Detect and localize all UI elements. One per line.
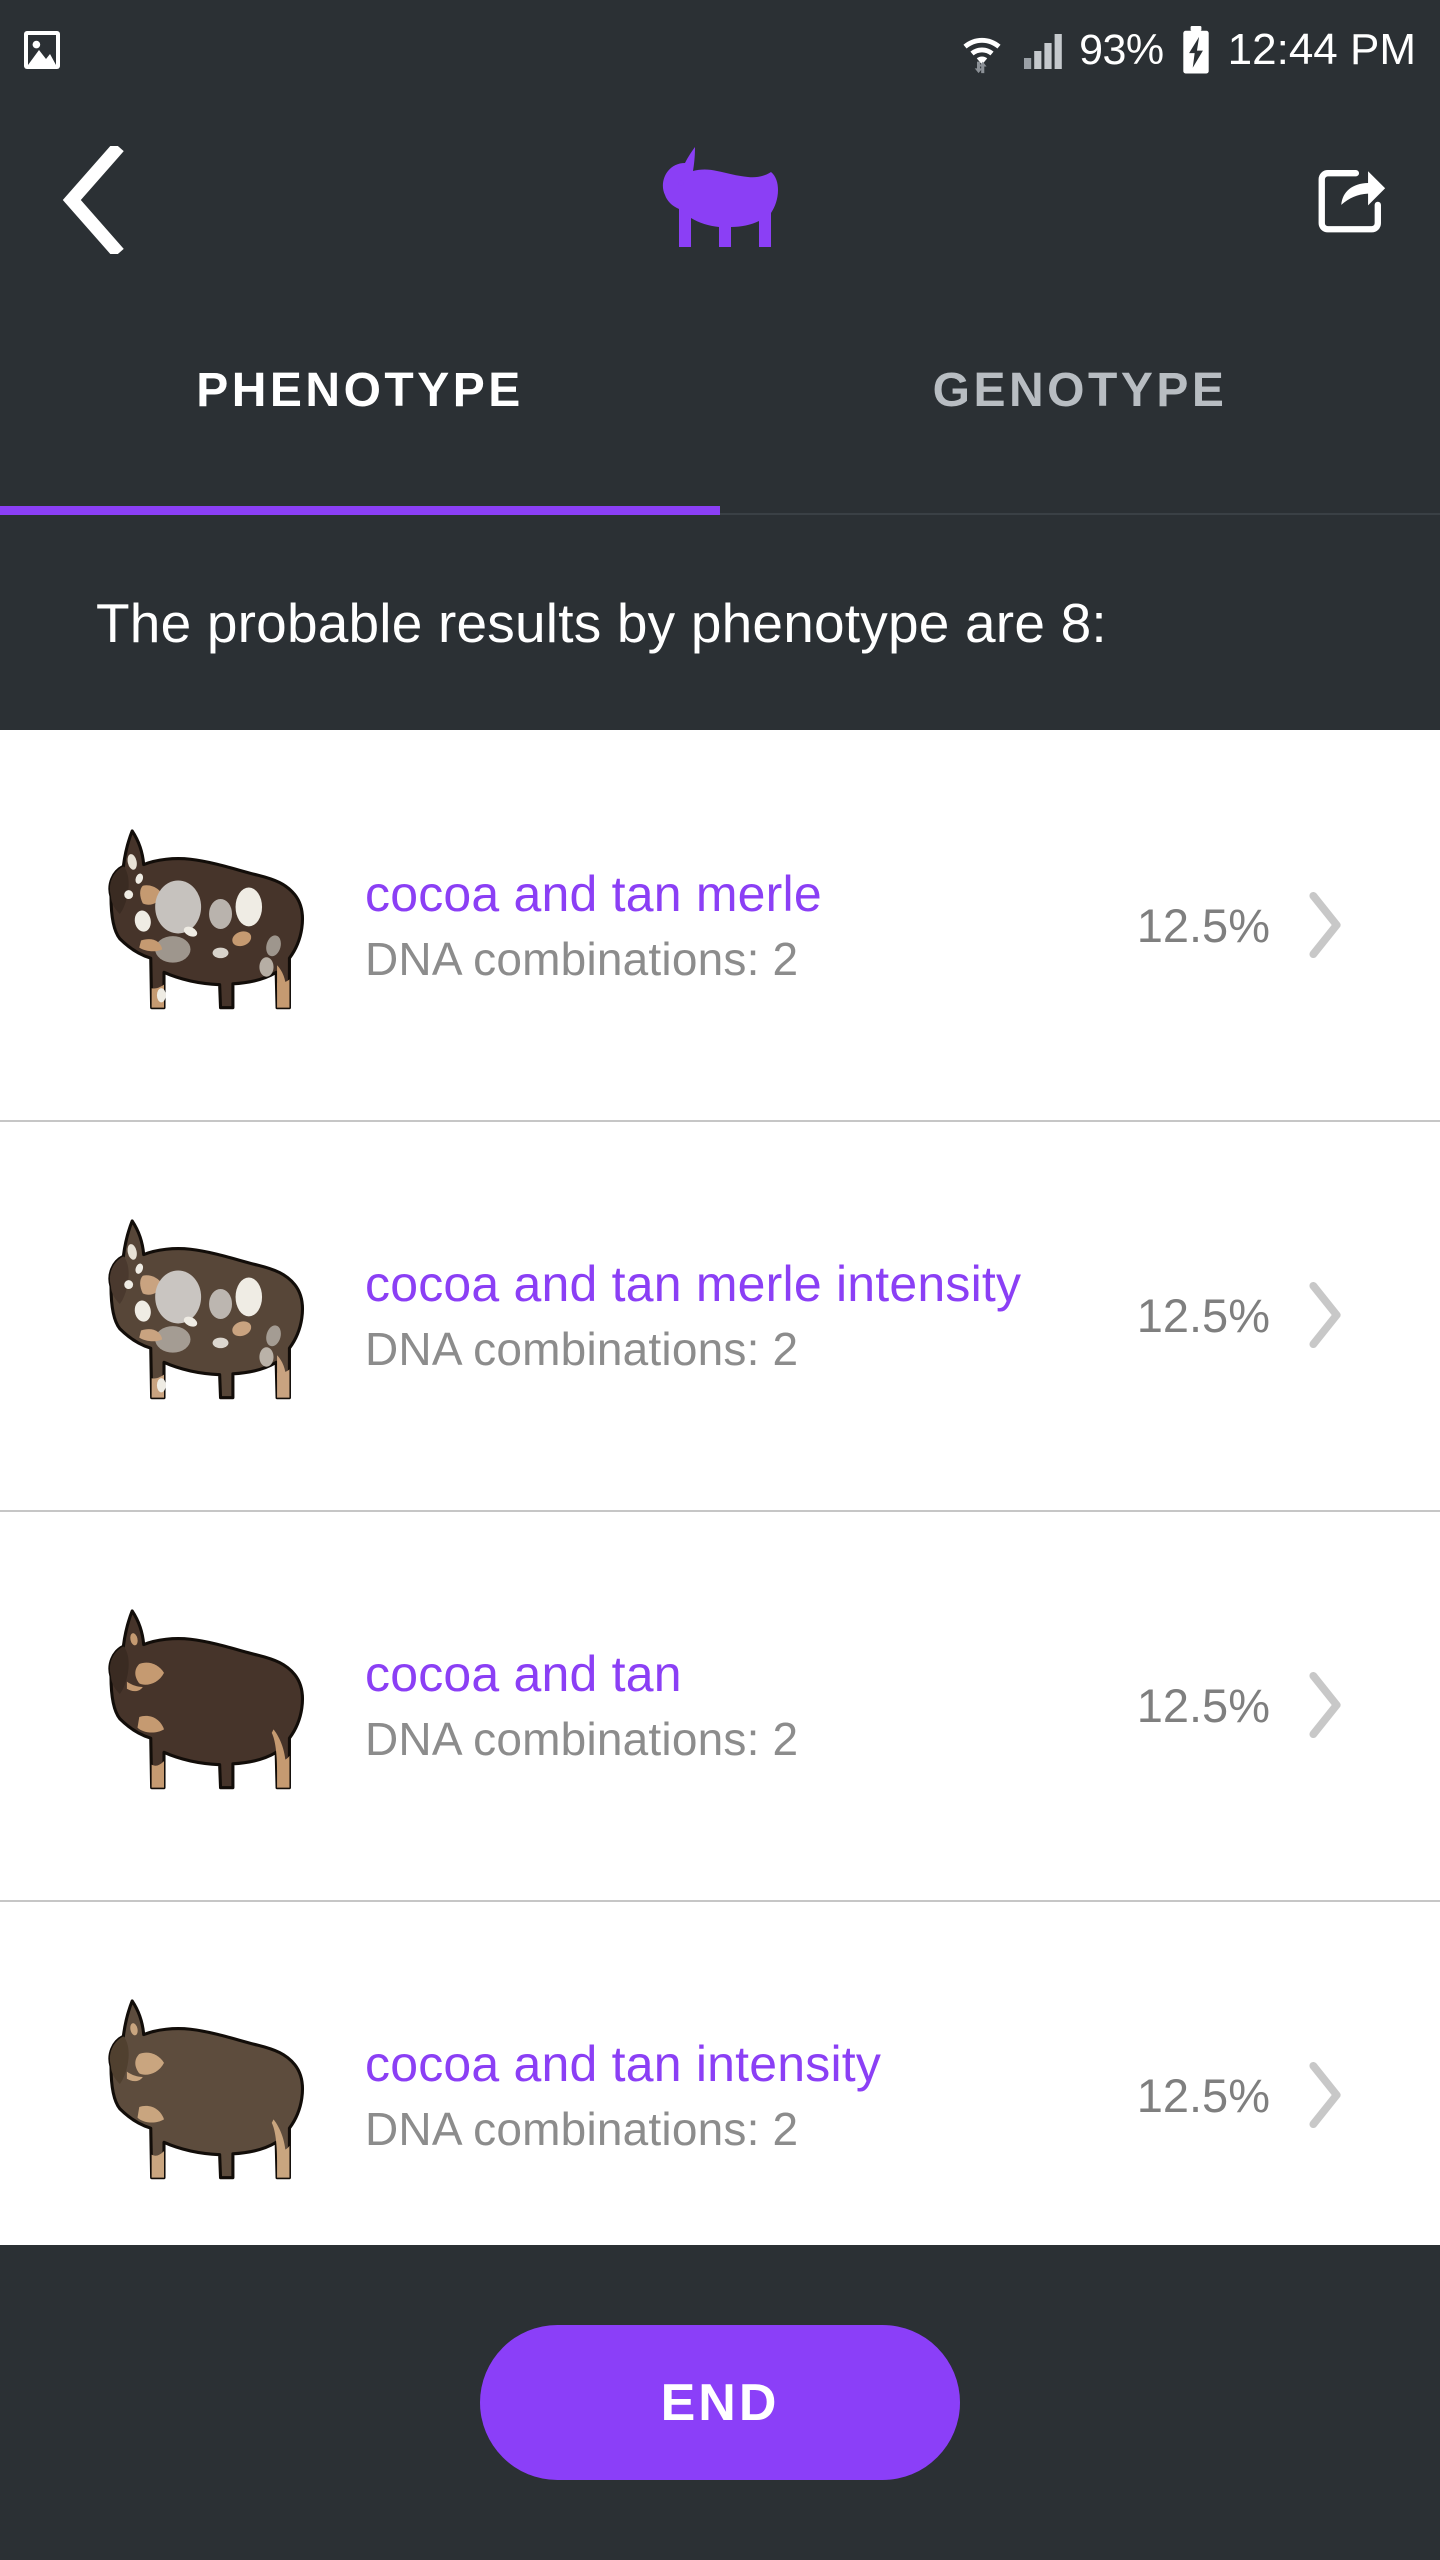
result-title: cocoa and tan [365,1645,682,1702]
dog-cocoa-tan-merle-intensity-icon [55,1180,325,1450]
results-list: cocoa and tan merle DNA combinations: 2 … [0,730,1440,2245]
result-title: cocoa and tan merle intensity [365,1255,1022,1312]
dog-cocoa-tan-icon [55,1570,325,1840]
tab-genotype-label: GENOTYPE [932,363,1228,417]
result-percent: 12.5% [1136,898,1270,952]
back-button[interactable] [54,145,144,255]
result-row[interactable]: cocoa and tan intensity DNA combinations… [0,1900,1440,2245]
result-row-text: cocoa and tan intensity DNA combinations… [325,2035,1070,2156]
end-button[interactable]: END [480,2325,960,2480]
tab-phenotype-label: PHENOTYPE [196,363,524,417]
result-subtitle: DNA combinations: 2 [365,1712,799,1765]
result-title: cocoa and tan intensity [365,2035,882,2092]
chevron-right-icon[interactable] [1270,890,1380,960]
result-row-text: cocoa and tan merle intensity DNA combin… [325,1255,1070,1376]
battery-charging-icon [1176,25,1216,75]
result-subtitle: DNA combinations: 2 [365,932,799,985]
chevron-right-icon[interactable] [1270,2060,1380,2130]
result-percent: 12.5% [1136,2068,1270,2122]
results-heading: The probable results by phenotype are 8: [96,591,1107,654]
status-bar-left [18,26,66,74]
result-title: cocoa and tan merle [365,865,822,922]
dog-silhouette-icon [645,143,795,258]
wifi-icon [957,25,1007,75]
tab-active-indicator [0,506,720,515]
result-row[interactable]: cocoa and tan merle DNA combinations: 2 … [0,730,1440,1120]
footer-bar: END [0,2245,1440,2560]
result-row-text: cocoa and tan DNA combinations: 2 [325,1645,1070,1766]
share-button[interactable] [1308,157,1394,243]
result-row[interactable]: cocoa and tan DNA combinations: 2 12.5% [0,1510,1440,1900]
status-bar-right: 93% 12:44 PM [957,25,1416,75]
dog-cocoa-tan-intensity-icon [55,1960,325,2230]
image-icon [18,26,66,74]
result-row[interactable]: cocoa and tan merle intensity DNA combin… [0,1120,1440,1510]
battery-percent-label: 93% [1079,25,1164,74]
results-heading-band: The probable results by phenotype are 8: [0,515,1440,730]
clock-label: 12:44 PM [1227,25,1416,74]
app-bar [0,100,1440,300]
share-icon [1312,161,1390,239]
status-bar: 93% 12:44 PM [0,0,1440,100]
signal-bars-icon [1019,26,1067,74]
result-row-text: cocoa and tan merle DNA combinations: 2 [325,865,1070,986]
result-percent: 12.5% [1136,1678,1270,1732]
result-subtitle: DNA combinations: 2 [365,2102,799,2155]
app-screen: 93% 12:44 PM PHENOTYPE GENOTYPE The prob… [0,0,1440,2560]
chevron-right-icon[interactable] [1270,1280,1380,1350]
tab-bar: PHENOTYPE GENOTYPE [0,300,1440,515]
back-chevron-icon [54,146,132,254]
dog-cocoa-tan-merle-icon [55,790,325,1060]
tab-genotype[interactable]: GENOTYPE [720,300,1440,515]
tab-phenotype[interactable]: PHENOTYPE [0,300,720,515]
chevron-right-icon[interactable] [1270,1670,1380,1740]
result-subtitle: DNA combinations: 2 [365,1322,799,1375]
app-bar-title-area [0,100,1440,300]
result-percent: 12.5% [1136,1288,1270,1342]
